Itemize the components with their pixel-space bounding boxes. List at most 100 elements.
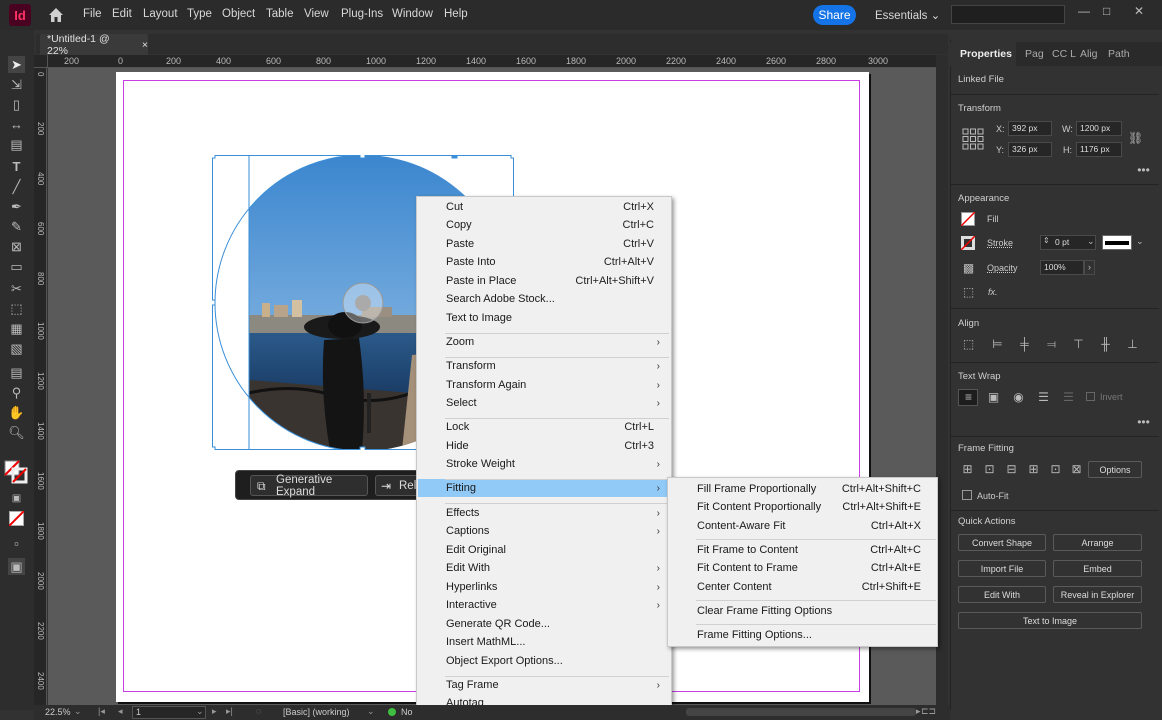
menu-window[interactable]: Window bbox=[392, 8, 433, 20]
menu-item-stroke-weight[interactable]: Stroke Weight › bbox=[418, 455, 670, 473]
menu-item-fitting[interactable]: Fitting › bbox=[418, 479, 670, 497]
fit-frame-to-content-icon[interactable]: ⊞ bbox=[1027, 463, 1040, 476]
share-button[interactable]: Share bbox=[813, 5, 856, 25]
frame-fitting-options-button[interactable]: Options bbox=[1088, 461, 1142, 478]
maximize-button[interactable]: □ bbox=[1103, 4, 1110, 18]
y-field[interactable]: 326 px bbox=[1008, 142, 1052, 157]
no-text-wrap-button[interactable]: ≡ bbox=[958, 389, 978, 406]
menu-item-edit-original[interactable]: Edit Original bbox=[418, 541, 670, 559]
menu-item-insert-mathml[interactable]: Insert MathML... bbox=[418, 633, 670, 651]
pen-tool-icon[interactable]: ✒ bbox=[8, 198, 25, 215]
menu-file[interactable]: File bbox=[83, 8, 102, 20]
gradient-feather-tool-icon[interactable]: ▧ bbox=[8, 340, 25, 357]
align-right-icon[interactable]: ⫤ bbox=[1045, 338, 1058, 351]
close-window-button[interactable]: ✕ bbox=[1134, 4, 1144, 18]
note-tool-icon[interactable]: ▤ bbox=[8, 364, 25, 381]
menu-item-captions[interactable]: Captions › bbox=[418, 522, 670, 540]
stroke-label[interactable]: Stroke bbox=[987, 238, 1013, 248]
content-collector-icon[interactable]: ▤ bbox=[8, 136, 25, 153]
rectangle-frame-tool-icon[interactable]: ⊠ bbox=[8, 238, 25, 255]
fit-content-to-frame-icon[interactable]: ⊡ bbox=[1049, 463, 1062, 476]
menu-item-effects[interactable]: Effects › bbox=[418, 504, 670, 522]
menu-item-hide[interactable]: Hide Ctrl+3 bbox=[418, 437, 670, 455]
submenu-item-clear-frame-fitting-options[interactable]: Clear Frame Fitting Options bbox=[669, 602, 937, 620]
menu-item-text-to-image[interactable]: Text to Image bbox=[418, 309, 670, 327]
menu-edit[interactable]: Edit bbox=[112, 8, 132, 20]
w-field[interactable]: 1200 px bbox=[1076, 121, 1122, 136]
more-options-icon[interactable]: ••• bbox=[1137, 164, 1150, 177]
center-content-icon[interactable]: ⊠ bbox=[1070, 463, 1083, 476]
menu-layout[interactable]: Layout bbox=[143, 8, 178, 20]
fill-frame-proportionally-icon[interactable]: ⊞ bbox=[961, 463, 974, 476]
zoom-level[interactable]: 22.5% bbox=[45, 707, 71, 717]
text-to-image-button[interactable]: Text to Image bbox=[958, 612, 1142, 629]
menu-item-paste-in-place[interactable]: Paste in Place Ctrl+Alt+Shift+V bbox=[418, 272, 670, 290]
stepper-icon[interactable]: ⇕ bbox=[1043, 236, 1050, 245]
import-file-button[interactable]: Import File bbox=[958, 560, 1046, 577]
menu-item-generate-qr-code[interactable]: Generate QR Code... bbox=[418, 615, 670, 633]
menu-item-object-export-options[interactable]: Object Export Options... bbox=[418, 652, 670, 670]
gap-tool-icon[interactable]: ↔ bbox=[8, 116, 25, 133]
apply-none-icon[interactable] bbox=[9, 511, 24, 526]
tab-pages[interactable]: Pag bbox=[1025, 48, 1044, 60]
fx-label[interactable]: fx. bbox=[988, 287, 998, 297]
content-aware-fit-icon[interactable]: ⊟ bbox=[1005, 463, 1018, 476]
page-number-field[interactable]: 1 bbox=[132, 706, 206, 719]
scroll-right-icon[interactable]: ▸ bbox=[916, 706, 921, 717]
line-tool-icon[interactable]: ╱ bbox=[8, 178, 25, 195]
submenu-item-frame-fitting-options[interactable]: Frame Fitting Options... bbox=[669, 626, 937, 644]
menu-view[interactable]: View bbox=[304, 8, 329, 20]
type-tool-icon[interactable]: T bbox=[8, 158, 25, 175]
fill-stroke-swatch-icon[interactable] bbox=[4, 460, 28, 484]
align-horizontal-center-icon[interactable]: ╪ bbox=[1018, 338, 1031, 351]
menu-item-transform-again[interactable]: Transform Again › bbox=[418, 376, 670, 394]
preview-mode-icon[interactable]: ▣ bbox=[8, 558, 25, 575]
menu-item-select[interactable]: Select › bbox=[418, 394, 670, 412]
gradient-swatch-tool-icon[interactable]: ▦ bbox=[8, 320, 25, 337]
menu-item-lock[interactable]: Lock Ctrl+L bbox=[418, 418, 670, 436]
workspace-switcher[interactable]: Essentials ⌄ bbox=[875, 8, 940, 22]
tab-pathfinder[interactable]: Path bbox=[1108, 48, 1130, 60]
edit-with-button[interactable]: Edit With bbox=[958, 586, 1046, 603]
wrap-bounding-box-icon[interactable]: ▣ bbox=[987, 391, 1000, 404]
screen-mode-icon[interactable]: ▫ bbox=[8, 535, 25, 552]
previous-page-icon[interactable]: ◂ bbox=[118, 706, 123, 717]
menu-plugins[interactable]: Plug-Ins bbox=[341, 8, 383, 20]
eyedropper-tool-icon[interactable]: ⚲ bbox=[8, 384, 25, 401]
chevron-down-icon[interactable]: ⌄ bbox=[1087, 236, 1095, 247]
generative-expand-button[interactable]: ⧉ Generative Expand bbox=[250, 474, 368, 498]
submenu-item-fill-frame-proportionally[interactable]: Fill Frame Proportionally Ctrl+Alt+Shift+… bbox=[669, 480, 937, 498]
last-page-icon[interactable]: ▸| bbox=[226, 706, 233, 717]
menu-table[interactable]: Table bbox=[266, 8, 294, 20]
ruler-origin[interactable] bbox=[34, 55, 48, 68]
auto-fit-checkbox[interactable] bbox=[962, 490, 972, 500]
submenu-item-fit-content-to-frame[interactable]: Fit Content to Frame Ctrl+Alt+E bbox=[669, 559, 937, 577]
direct-selection-tool-icon[interactable]: ⇲ bbox=[8, 76, 25, 93]
tab-align[interactable]: Alig bbox=[1080, 48, 1098, 60]
arrange-button[interactable]: Arrange bbox=[1053, 534, 1142, 551]
stroke-swatch-icon[interactable] bbox=[961, 236, 975, 250]
submenu-item-center-content[interactable]: Center Content Ctrl+Shift+E bbox=[669, 578, 937, 596]
chevron-down-icon[interactable]: ⌄ bbox=[196, 706, 204, 717]
menu-item-transform[interactable]: Transform › bbox=[418, 357, 670, 375]
document-tab[interactable]: *Untitled-1 @ 22% × bbox=[40, 33, 148, 57]
minimize-button[interactable]: — bbox=[1078, 4, 1090, 18]
scissors-tool-icon[interactable]: ✂ bbox=[8, 280, 25, 297]
embed-button[interactable]: Embed bbox=[1053, 560, 1142, 577]
effects-icon[interactable]: ⬚ bbox=[962, 286, 975, 299]
menu-item-tag-frame[interactable]: Tag Frame › bbox=[418, 676, 670, 694]
menu-type[interactable]: Type bbox=[187, 8, 212, 20]
stroke-type-select[interactable] bbox=[1102, 235, 1132, 250]
menu-item-paste[interactable]: Paste Ctrl+V bbox=[418, 235, 670, 253]
x-field[interactable]: 392 px bbox=[1008, 121, 1052, 136]
convert-shape-button[interactable]: Convert Shape bbox=[958, 534, 1046, 551]
linked-file-heading[interactable]: Linked File bbox=[958, 74, 1004, 85]
wrap-object-shape-icon[interactable]: ◉ bbox=[1012, 391, 1025, 404]
align-to-selection-icon[interactable]: ⬚ bbox=[962, 338, 975, 351]
tab-cc-libraries[interactable]: CC L bbox=[1052, 48, 1076, 60]
jump-object-icon[interactable]: ☰ bbox=[1037, 391, 1050, 404]
horizontal-ruler[interactable] bbox=[48, 55, 938, 68]
invert-checkbox[interactable] bbox=[1086, 392, 1095, 401]
horizontal-scrollbar[interactable] bbox=[686, 708, 916, 716]
chevron-right-icon[interactable]: › bbox=[1084, 260, 1095, 275]
